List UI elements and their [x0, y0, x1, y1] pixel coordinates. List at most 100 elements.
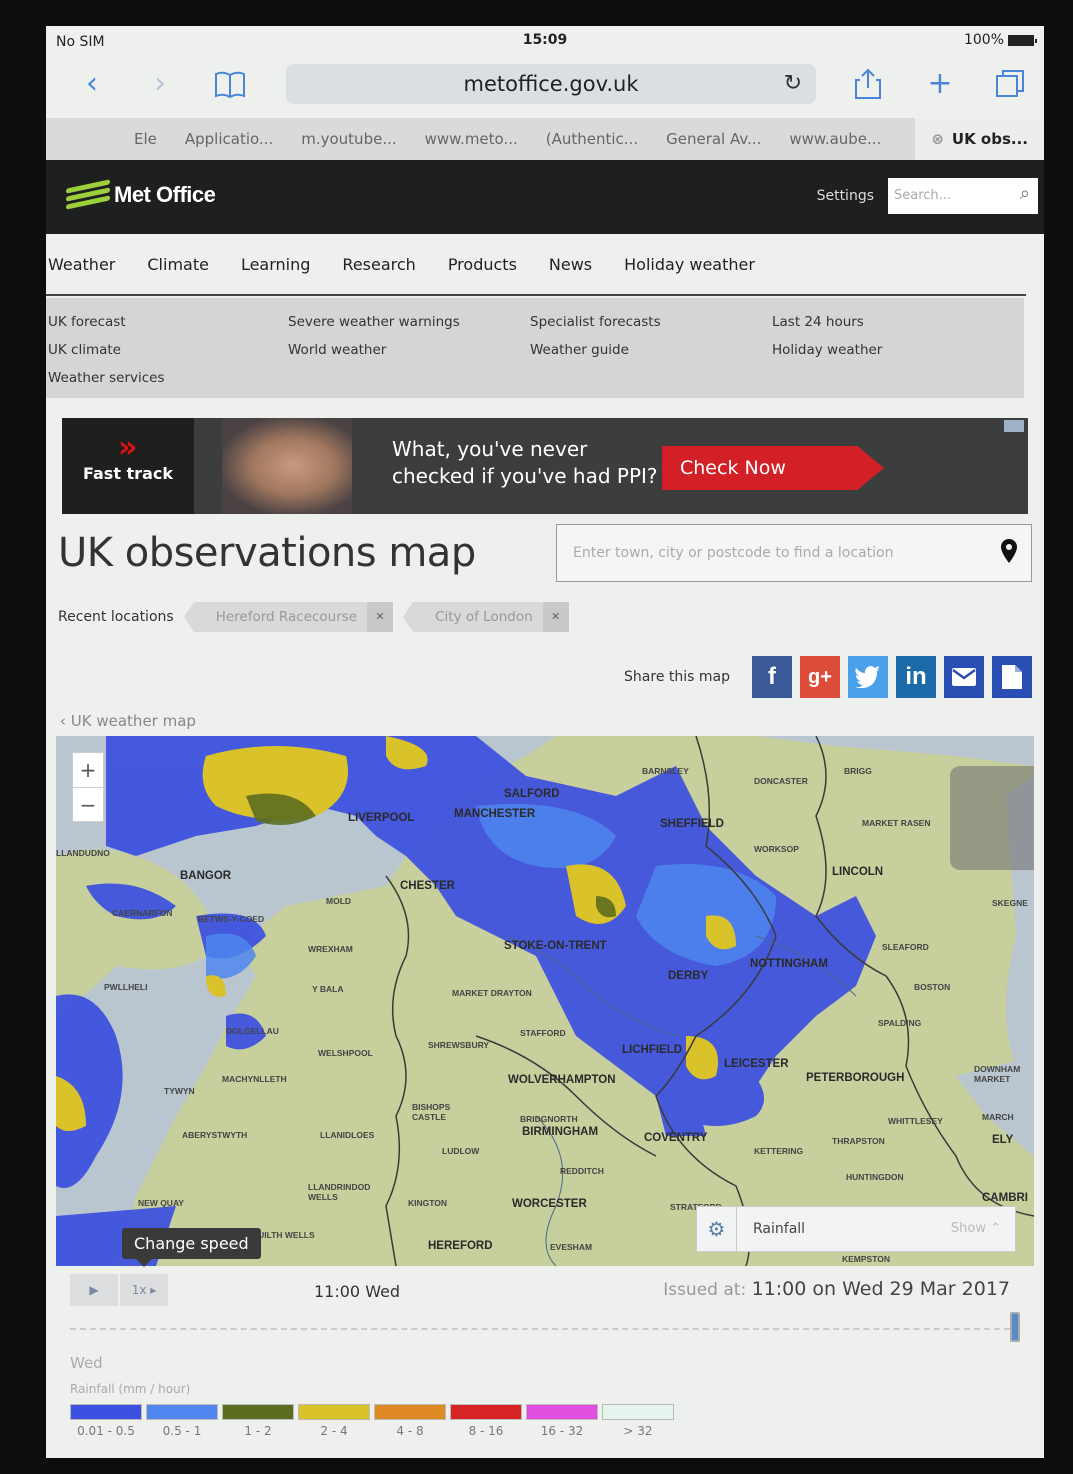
town-label: MACHYNLLETH [222, 1074, 287, 1084]
nav-item-weather[interactable]: Weather [48, 255, 115, 274]
address-bar[interactable]: metoffice.gov.uk ↻ [286, 64, 816, 104]
town-label: WREXHAM [308, 944, 353, 954]
town-label: BIRMINGHAM [522, 1126, 599, 1138]
observations-map[interactable]: + − LIVERPOOL MANCHESTER SALFORD SHEFFIE… [56, 736, 1034, 1266]
subnav-holiday-weather[interactable]: Holiday weather [772, 342, 882, 358]
nav-item-research[interactable]: Research [342, 255, 415, 274]
uk-weather-map-link[interactable]: ‹ UK weather map [60, 712, 196, 730]
speed-label: 1x [131, 1283, 147, 1297]
zoom-out-button[interactable]: − [73, 788, 103, 822]
browser-tab[interactable]: Applicatio... [171, 130, 287, 148]
reload-icon[interactable]: ↻ [784, 64, 802, 104]
close-icon[interactable]: ✕ [542, 602, 569, 632]
nav-item-news[interactable]: News [549, 255, 592, 274]
playback-controls: ▶ 1x ▸ [70, 1274, 168, 1306]
legend-item: > 32 [602, 1404, 674, 1438]
tabs-overview-icon[interactable] [992, 66, 1028, 102]
browser-tab[interactable]: Ele [46, 130, 171, 148]
url-text: metoffice.gov.uk [463, 72, 639, 96]
legend-label: 1 - 2 [244, 1424, 272, 1438]
issued-label: Issued at: [663, 1280, 747, 1300]
subnav-weather-services[interactable]: Weather services [48, 370, 165, 386]
ad-cta-button[interactable]: Check Now [662, 446, 884, 490]
town-label: BOSTON [914, 982, 951, 992]
adchoices-icon[interactable] [1004, 420, 1024, 432]
linkedin-icon[interactable]: in [896, 656, 936, 698]
town-label: HEREFORD [428, 1240, 493, 1252]
town-label: STAFFORD [520, 1028, 566, 1038]
document-icon[interactable] [992, 656, 1032, 698]
browser-tab[interactable]: (Authentic... [532, 130, 652, 148]
search-icon[interactable]: ⌕ [1020, 183, 1030, 204]
facebook-icon[interactable]: f [752, 656, 792, 698]
browser-tab[interactable]: www.meto... [411, 130, 532, 148]
subnav-world-weather[interactable]: World weather [288, 342, 460, 358]
town-label: KEMPSTON [842, 1254, 891, 1264]
zoom-in-button[interactable]: + [73, 753, 103, 787]
legend-swatch [70, 1404, 142, 1420]
site-search-input[interactable]: Search... ⌕ [888, 178, 1038, 214]
town-label: MOLD [326, 896, 352, 906]
tab-close-icon[interactable]: ⊗ [931, 130, 944, 148]
settings-link[interactable]: Settings [817, 188, 874, 204]
twitter-icon[interactable] [848, 656, 888, 698]
town-label: SHEFFIELD [660, 818, 724, 830]
recent-location-chip[interactable]: Hereford Racecourse ✕ [183, 602, 394, 632]
subnav-specialist-forecasts[interactable]: Specialist forecasts [530, 314, 661, 330]
share-sheet-icon[interactable] [850, 66, 886, 102]
met-office-logo[interactable]: Met Office [66, 179, 216, 210]
town-label: LICHFIELD [622, 1044, 683, 1056]
legend-item: 2 - 4 [298, 1404, 370, 1438]
sub-nav: UK forecast UK climate Weather services … [46, 298, 1024, 398]
browser-tab[interactable]: General Av... [652, 130, 775, 148]
browser-tab[interactable]: www.aube... [775, 130, 895, 148]
back-icon[interactable]: ‹ [74, 66, 110, 102]
town-label: SHREWSBURY [428, 1040, 490, 1050]
subnav-last-24-hours[interactable]: Last 24 hours [772, 314, 882, 330]
town-label: LLANIDLOES [320, 1130, 375, 1140]
browser-tab-active[interactable]: ⊗ UK obs... [915, 118, 1044, 160]
recent-location-chip[interactable]: City of London ✕ [403, 602, 569, 632]
town-label: PWLLHELI [104, 982, 148, 992]
close-icon[interactable]: ✕ [367, 602, 394, 632]
subnav-uk-forecast[interactable]: UK forecast [48, 314, 165, 330]
town-label: COVENTRY [644, 1132, 708, 1144]
town-label: BETWS-Y-COED [198, 914, 265, 924]
town-label: MARCH [982, 1112, 1014, 1122]
map-drag-handle[interactable] [950, 766, 1034, 870]
gear-icon[interactable]: ⚙ [697, 1207, 737, 1251]
speed-button[interactable]: 1x ▸ [120, 1274, 168, 1306]
town-label: TYWYN [164, 1086, 195, 1096]
google-plus-icon[interactable]: g+ [800, 656, 840, 698]
subnav-weather-guide[interactable]: Weather guide [530, 342, 661, 358]
legend-swatch [602, 1404, 674, 1420]
play-button[interactable]: ▶ [70, 1274, 118, 1306]
new-tab-icon[interactable]: + [922, 66, 958, 102]
browser-tab[interactable]: m.youtube... [287, 130, 410, 148]
bookmarks-icon[interactable] [212, 66, 248, 102]
nav-item-climate[interactable]: Climate [147, 255, 209, 274]
timeline-track[interactable] [70, 1328, 1020, 1330]
town-label: BRIGG [844, 766, 872, 776]
town-label: THRAPSTON [832, 1136, 885, 1146]
logo-icon [66, 179, 110, 210]
battery-icon [1008, 34, 1037, 46]
timeline-slider-handle[interactable] [1010, 1312, 1020, 1342]
location-pin-icon[interactable] [1001, 539, 1017, 563]
town-label: LIVERPOOL [348, 812, 415, 824]
subnav-severe-weather-warnings[interactable]: Severe weather warnings [288, 314, 460, 330]
nav-item-holiday-weather[interactable]: Holiday weather [624, 255, 755, 274]
recent-location-label: City of London [435, 609, 533, 625]
nav-item-products[interactable]: Products [448, 255, 517, 274]
advert-banner[interactable]: » Fast track What, you've never checked … [62, 418, 1028, 514]
subnav-uk-climate[interactable]: UK climate [48, 342, 165, 358]
page-title: UK observations map [58, 530, 476, 576]
email-icon[interactable] [944, 656, 984, 698]
location-search-input[interactable]: Enter town, city or postcode to find a l… [556, 524, 1032, 582]
layer-selector[interactable]: ⚙ Rainfall Show ⌃ [696, 1206, 1016, 1252]
legend-label: 8 - 16 [468, 1424, 504, 1438]
layer-show-toggle[interactable]: Show ⌃ [951, 1221, 1001, 1236]
forward-icon[interactable]: › [142, 66, 178, 102]
nav-item-learning[interactable]: Learning [241, 255, 310, 274]
town-label: LEICESTER [724, 1058, 789, 1070]
